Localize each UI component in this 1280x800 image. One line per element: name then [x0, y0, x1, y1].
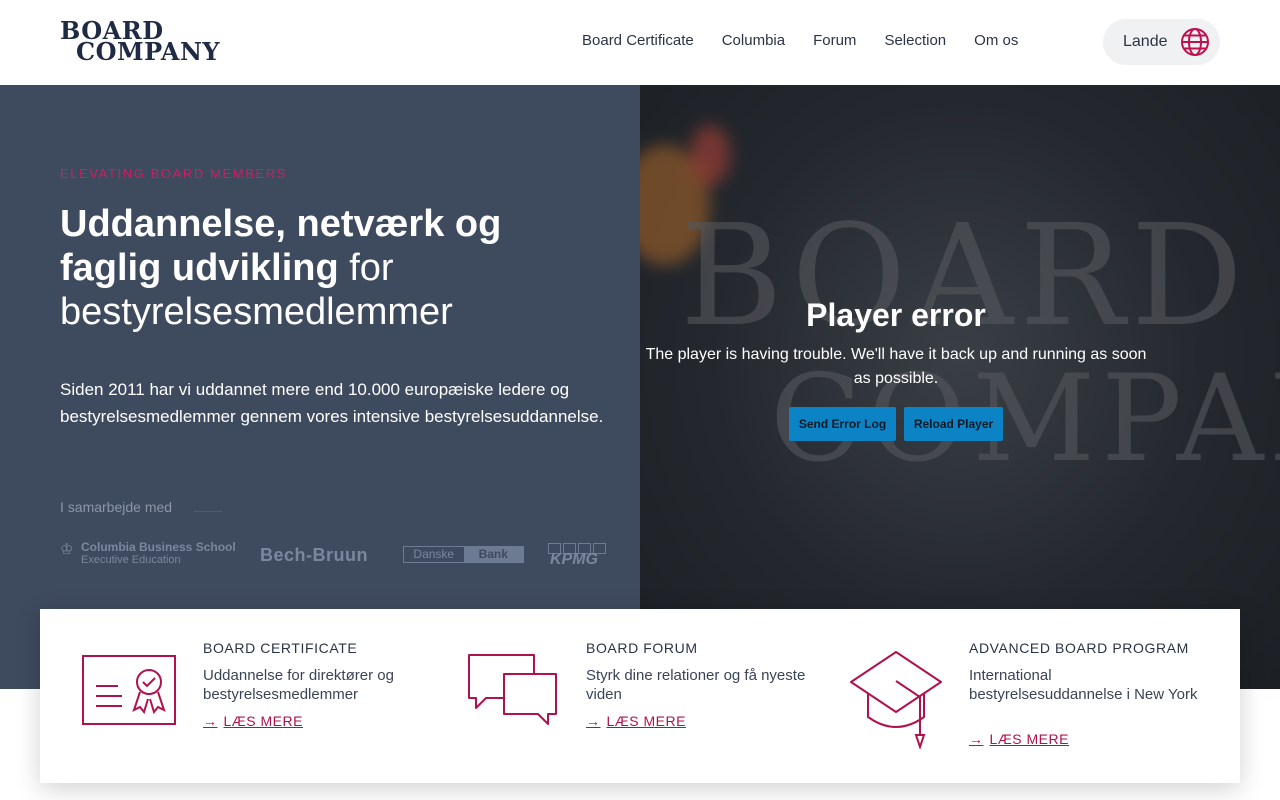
read-more-label: LÆS MERE — [606, 713, 686, 729]
read-more-label: LÆS MERE — [989, 731, 1069, 747]
read-more-label: LÆS MERE — [223, 713, 303, 729]
columbia-subtitle: Executive Education — [81, 554, 181, 566]
hero-lead-text: Siden 2011 har vi uddannet mere end 10.0… — [60, 380, 604, 426]
partner-logo-columbia: ♔ Columbia Business School Executive Edu… — [60, 540, 236, 566]
board-company-logo[interactable]: BOARD COMPANY — [60, 19, 221, 66]
columbia-crown-icon: ♔ — [60, 541, 74, 558]
arrow-right-icon: → — [203, 713, 218, 729]
globe-icon — [1181, 28, 1209, 56]
partners-label: I samarbejde med — [60, 499, 173, 515]
partner-logo-bech-bruun: Bech-Bruun — [260, 545, 368, 565]
program-cards: BOARD CERTIFICATE Uddannelse for direktø… — [40, 609, 1240, 783]
arrow-right-icon: → — [586, 713, 601, 729]
card-advanced-board-program: ADVANCED BOARD PROGRAM International bes… — [840, 609, 1240, 783]
certificate-icon — [82, 655, 176, 725]
nav-forum[interactable]: Forum — [813, 32, 856, 49]
card-description: Styrk dine relationer og få nyeste viden — [586, 667, 806, 703]
partner-logo-kpmg: KPMG — [548, 543, 610, 569]
partners-label-underline — [194, 511, 222, 512]
country-selector-button[interactable]: Lande — [1103, 19, 1220, 65]
nav-om-os[interactable]: Om os — [974, 32, 1018, 49]
card-board-forum: BOARD FORUM Styrk dine relationer og få … — [440, 609, 840, 783]
player-error-message: The player is having trouble. We'll have… — [645, 346, 1147, 387]
read-more-link-certificate[interactable]: → LÆS MERE — [203, 713, 303, 729]
card-description: Uddannelse for direktører og bestyrelses… — [203, 667, 394, 703]
hero-headline: Uddannelse, netværk og faglig udvikling … — [60, 202, 580, 334]
logo-line-2: COMPANY — [76, 37, 221, 66]
nav-board-certificate[interactable]: Board Certificate — [582, 32, 694, 49]
read-more-link-forum[interactable]: → LÆS MERE — [586, 713, 686, 729]
send-error-log-button[interactable]: Send Error Log — [789, 407, 896, 441]
card-title: ADVANCED BOARD PROGRAM — [969, 640, 1189, 656]
partner-logo-danske-bank: Danske Bank — [403, 546, 524, 563]
nav-selection[interactable]: Selection — [884, 32, 946, 49]
read-more-link-advanced[interactable]: → LÆS MERE — [969, 731, 1069, 747]
kpmg-text: KPMG — [550, 551, 598, 568]
nav-columbia[interactable]: Columbia — [722, 32, 785, 49]
card-description: International bestyrelsesuddannelse i Ne… — [969, 667, 1198, 703]
site-header: BOARD COMPANY Board Certificate Columbia… — [0, 0, 1280, 85]
main-nav: Board Certificate Columbia Forum Selecti… — [582, 32, 1046, 49]
card-title: BOARD FORUM — [586, 640, 698, 656]
card-board-certificate: BOARD CERTIFICATE Uddannelse for direktø… — [40, 609, 440, 783]
arrow-right-icon: → — [969, 731, 984, 747]
video-frame-blur-2 — [690, 125, 730, 185]
chat-bubbles-icon — [468, 654, 557, 725]
danske-bank-word-2: Bank — [463, 547, 523, 562]
player-error-title: Player error — [806, 297, 986, 333]
country-selector-label: Lande — [1123, 33, 1168, 50]
columbia-name: Columbia Business School — [81, 540, 236, 554]
reload-player-button[interactable]: Reload Player — [904, 407, 1003, 441]
hero-kicker: ELEVATING BOARD MEMBERS — [60, 166, 288, 181]
graduation-cap-icon — [850, 651, 942, 749]
danske-bank-word-1: Danske — [413, 547, 455, 561]
hero-headline-bold: Uddannelse, netværk og faglig udvikling — [60, 203, 502, 289]
card-title: BOARD CERTIFICATE — [203, 640, 358, 656]
